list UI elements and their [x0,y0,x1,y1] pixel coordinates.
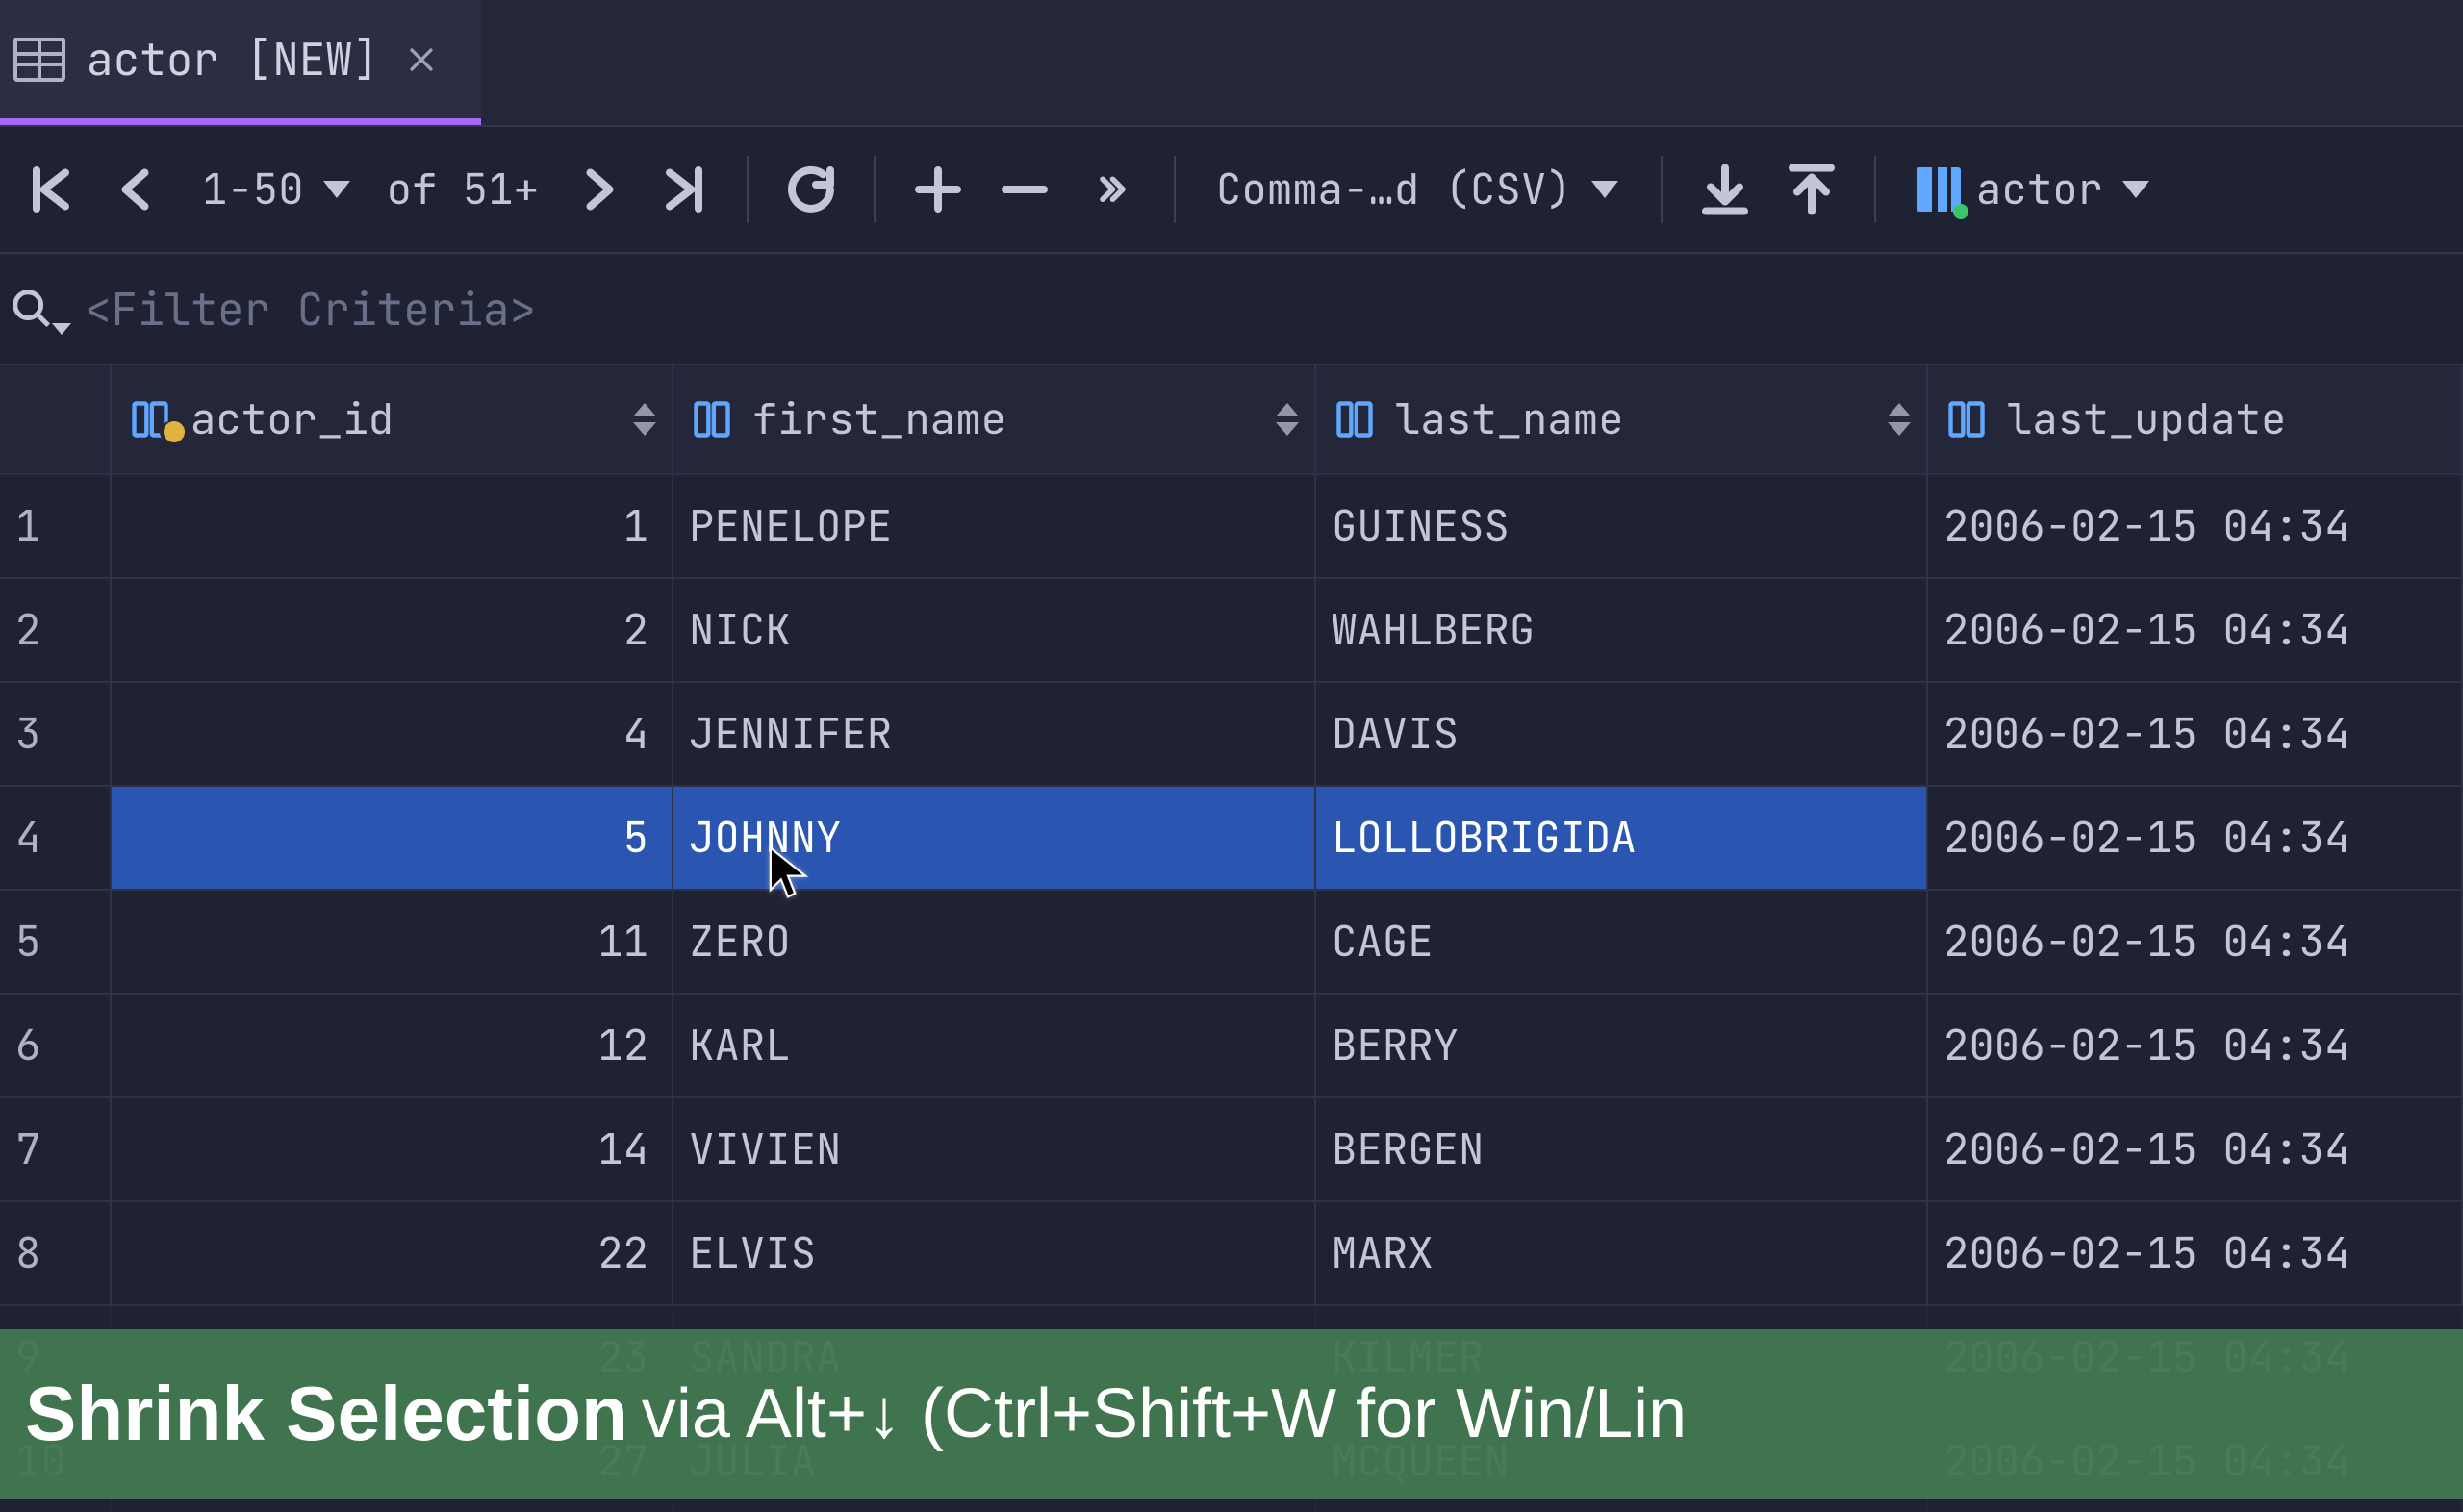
separator [747,156,749,223]
cell-first-name[interactable]: JENNIFER [673,683,1316,787]
cell-actor-id[interactable]: 5 [112,787,673,891]
last-page-button[interactable] [643,127,725,252]
cell-first-name[interactable]: PENELOPE [673,475,1316,579]
cell-last-name[interactable]: DAVIS [1316,683,1928,787]
cell-last-name[interactable]: BERGEN [1316,1098,1928,1202]
sort-indicator [633,403,656,436]
table-selector-label: actor [1976,162,2103,217]
cell-last-update[interactable]: 2006-02-15 04:34 [1928,475,2463,579]
cell-last-name[interactable]: BERRY [1316,995,1928,1098]
cell-actor-id[interactable]: 22 [112,1202,673,1306]
separator [1174,156,1176,223]
row-range-label: 1-50 [202,162,304,217]
table-selector-dropdown[interactable]: actor [1897,127,2169,252]
chevron-down-icon [2122,181,2149,198]
row-number: 4 [0,787,112,891]
column-label: actor_id [190,391,394,447]
column-header-last-name[interactable]: last_name [1316,365,1928,475]
next-page-button[interactable] [556,127,639,252]
row-number: 8 [0,1202,112,1306]
filter-input[interactable] [85,280,2463,339]
row-number: 2 [0,579,112,683]
column-header-actor-id[interactable]: actor_id [112,365,673,475]
separator [1661,156,1663,223]
cell-first-name[interactable]: JOHNNY [673,787,1316,891]
cell-first-name[interactable]: ELVIS [673,1202,1316,1306]
hint-banner: Shrink Selection via Alt+↓ (Ctrl+Shift+W… [0,1329,2463,1499]
editor-tab[interactable]: actor [NEW] [0,0,481,125]
column-icon [1943,396,1990,442]
column-label: last_name [1395,391,1624,447]
first-page-button[interactable] [10,127,92,252]
columns-icon [1917,167,1961,212]
row-number: 6 [0,995,112,1098]
cell-actor-id[interactable]: 12 [112,995,673,1098]
cell-last-update[interactable]: 2006-02-15 04:34 [1928,683,2463,787]
hint-text: via Alt+↓ (Ctrl+Shift+W for Win/Lin [642,1374,1687,1453]
column-header-last-update[interactable]: last_update [1928,365,2463,475]
remove-row-button[interactable] [983,127,1066,252]
column-icon [1332,396,1378,442]
column-icon [689,396,735,442]
separator [1874,156,1876,223]
cell-last-name[interactable]: CAGE [1316,891,1928,995]
refresh-button[interactable] [770,127,852,252]
cell-last-update[interactable]: 2006-02-15 04:34 [1928,995,2463,1098]
sort-indicator [1888,403,1911,436]
export-format-dropdown[interactable]: Comma-…d (CSV) [1197,127,1639,252]
row-range-dropdown[interactable]: 1-50 [183,127,369,252]
cell-actor-id[interactable]: 2 [112,579,673,683]
column-header-first-name[interactable]: first_name [673,365,1316,475]
cell-actor-id[interactable]: 14 [112,1098,673,1202]
row-total-label: of 51+ [373,127,552,252]
cell-last-update[interactable]: 2006-02-15 04:34 [1928,787,2463,891]
upload-button[interactable] [1770,127,1853,252]
hint-title: Shrink Selection [25,1370,628,1458]
sort-indicator [1276,403,1299,436]
grid-corner [0,365,112,475]
column-label: first_name [752,391,1006,447]
export-format-label: Comma-…d (CSV) [1216,162,1572,217]
download-button[interactable] [1684,127,1766,252]
key-column-icon [127,396,173,442]
cell-actor-id[interactable]: 1 [112,475,673,579]
add-row-button[interactable] [897,127,979,252]
row-number: 7 [0,1098,112,1202]
cell-last-name[interactable]: LOLLOBRIGIDA [1316,787,1928,891]
chevron-down-icon [1591,181,1618,198]
cell-first-name[interactable]: KARL [673,995,1316,1098]
cell-last-update[interactable]: 2006-02-15 04:34 [1928,891,2463,995]
close-icon[interactable] [400,38,443,81]
cell-first-name[interactable]: ZERO [673,891,1316,995]
cell-first-name[interactable]: VIVIEN [673,1098,1316,1202]
column-label: last_update [2007,391,2286,447]
cell-last-name[interactable]: MARX [1316,1202,1928,1306]
separator [874,156,876,223]
search-icon[interactable] [6,283,58,335]
row-number: 5 [0,891,112,995]
more-actions-button[interactable] [1070,127,1153,252]
row-number: 3 [0,683,112,787]
cell-last-update[interactable]: 2006-02-15 04:34 [1928,1202,2463,1306]
cell-last-update[interactable]: 2006-02-15 04:34 [1928,579,2463,683]
cell-last-name[interactable]: GUINESS [1316,475,1928,579]
cell-actor-id[interactable]: 4 [112,683,673,787]
cell-actor-id[interactable]: 11 [112,891,673,995]
cell-last-name[interactable]: WAHLBERG [1316,579,1928,683]
tab-title: actor [NEW] [87,30,379,88]
cell-last-update[interactable]: 2006-02-15 04:34 [1928,1098,2463,1202]
table-icon [13,38,65,82]
cell-first-name[interactable]: NICK [673,579,1316,683]
row-number: 1 [0,475,112,579]
chevron-down-icon [323,181,350,198]
prev-page-button[interactable] [96,127,179,252]
